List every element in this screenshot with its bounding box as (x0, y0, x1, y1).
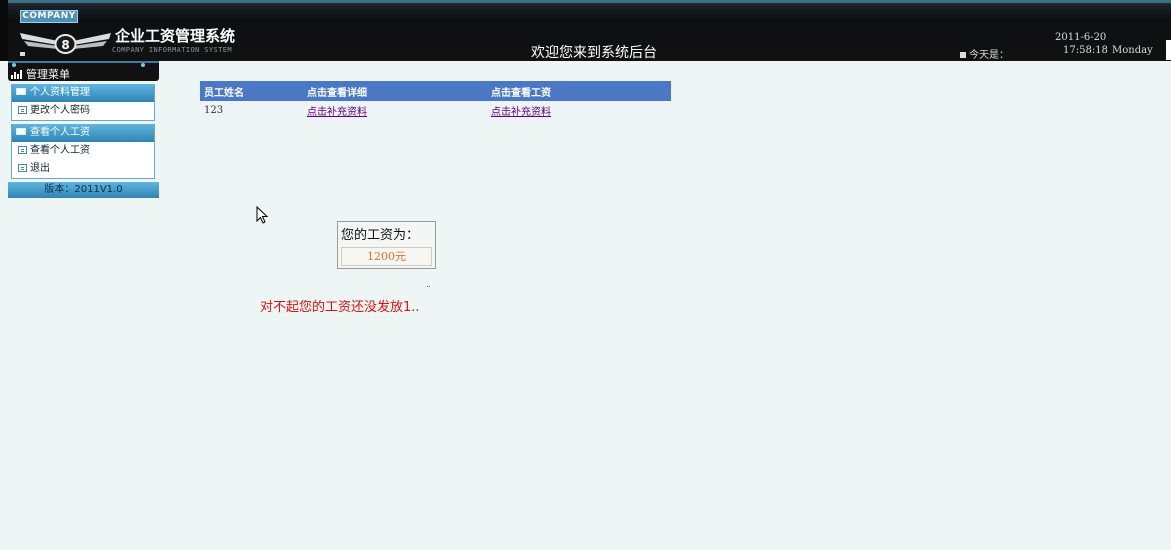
menu-header: 管理菜单 (8, 61, 159, 81)
document-icon (18, 106, 27, 114)
salary-cell: 点击补充资料 (487, 101, 671, 119)
apology-message: 对不起您的工资还没发放1.. (260, 300, 420, 315)
group-title: 查看个人工资 (30, 127, 90, 138)
menu-title: 管理菜单 (11, 66, 70, 82)
group-title: 个人资料管理 (30, 87, 90, 98)
version-label: 版本：2011V1.0 (8, 182, 159, 198)
today-label-text: 今天是： (969, 50, 1009, 61)
column-header-detail: 点击查看详细 (303, 81, 487, 101)
svg-text:8: 8 (61, 38, 69, 52)
menu-group-header-salary[interactable]: 查看个人工资 (12, 124, 154, 142)
winged-logo-icon: 8 (20, 33, 111, 56)
column-header-salary: 点击查看工资 (487, 81, 671, 101)
current-date: 2011-6-20 (1055, 32, 1107, 43)
sidebar-item-change-password[interactable]: 更改个人密码 (12, 102, 154, 120)
salary-label: 您的工资为： (341, 228, 420, 243)
sidebar-item-logout[interactable]: 退出 (12, 160, 154, 178)
employee-table: 员工姓名 点击查看详细 点击查看工资 123 点击补充资料 点击补充资料 (200, 81, 671, 119)
menu-dot-right (141, 63, 145, 67)
sidebar-item-view-salary[interactable]: 查看个人工资 (12, 142, 154, 160)
salary-link[interactable]: 点击补充资料 (491, 107, 551, 118)
salary-value: 1200元 (341, 247, 432, 266)
dots-text: .. (426, 280, 431, 290)
menu-group-salary: 查看个人工资 查看个人工资 退出 (11, 124, 155, 179)
menu-title-text: 管理菜单 (26, 68, 70, 81)
today-label: 今天是： (960, 46, 1009, 61)
sidebar-item-label: 查看个人工资 (30, 145, 90, 156)
folder-icon (16, 128, 26, 135)
welcome-message: 欢迎您来到系统后台 (531, 45, 657, 61)
menu-group-profile: 个人资料管理 更改个人密码 (11, 84, 155, 121)
menu-group-header-profile[interactable]: 个人资料管理 (12, 84, 154, 102)
company-tag: COMPANY (20, 10, 78, 23)
detail-cell: 点击补充资料 (303, 101, 487, 119)
header-top-line (0, 0, 1171, 3)
app-title: 企业工资管理系统 (115, 27, 236, 45)
scrollbar-thumb[interactable] (1166, 40, 1171, 60)
sidebar-item-label: 更改个人密码 (30, 105, 90, 116)
current-weekday: Monday (1112, 45, 1153, 56)
document-icon (18, 146, 27, 154)
app-subtitle: COMPANY INFORMATION SYSTEM (112, 46, 232, 54)
detail-link[interactable]: 点击补充资料 (307, 107, 367, 118)
folder-icon (16, 88, 26, 95)
sidebar: 管理菜单 个人资料管理 更改个人密码 查看个人工资 查看个人工资 退出 版本：2… (8, 61, 159, 198)
column-header-name: 员工姓名 (200, 81, 303, 101)
salary-box: 您的工资为： 1200元 (337, 221, 436, 269)
current-time: 17:58:18 (1063, 45, 1108, 56)
employee-name-cell: 123 (200, 101, 303, 119)
square-bullet-icon (960, 52, 966, 58)
sidebar-item-label: 退出 (30, 163, 50, 174)
bar-chart-icon (11, 70, 22, 79)
document-icon (18, 164, 27, 172)
table-row: 123 点击补充资料 点击补充资料 (200, 101, 671, 119)
header-bar: COMPANY 8 企业工资管理系统 COMPANY INFORMATION S… (0, 0, 1171, 61)
header-left-edge (0, 0, 8, 61)
table-header-row: 员工姓名 点击查看详细 点击查看工资 (200, 81, 671, 101)
mouse-pointer-icon (256, 206, 269, 224)
